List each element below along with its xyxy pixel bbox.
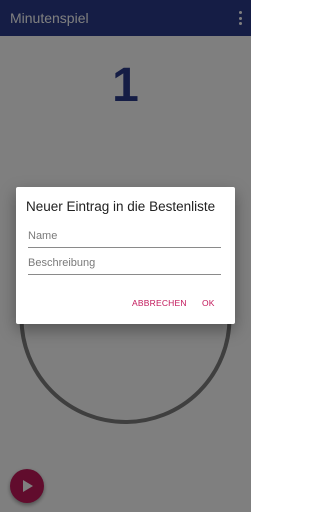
- ok-button[interactable]: OK: [202, 298, 215, 308]
- name-input[interactable]: [28, 226, 221, 246]
- dialog-title: Neuer Eintrag in die Bestenliste: [26, 199, 216, 214]
- cancel-button[interactable]: ABBRECHEN: [132, 298, 187, 308]
- description-input[interactable]: [28, 253, 221, 273]
- description-field: [28, 253, 221, 275]
- new-highscore-dialog: Neuer Eintrag in die Bestenliste ABBRECH…: [16, 187, 235, 324]
- name-field: [28, 226, 221, 248]
